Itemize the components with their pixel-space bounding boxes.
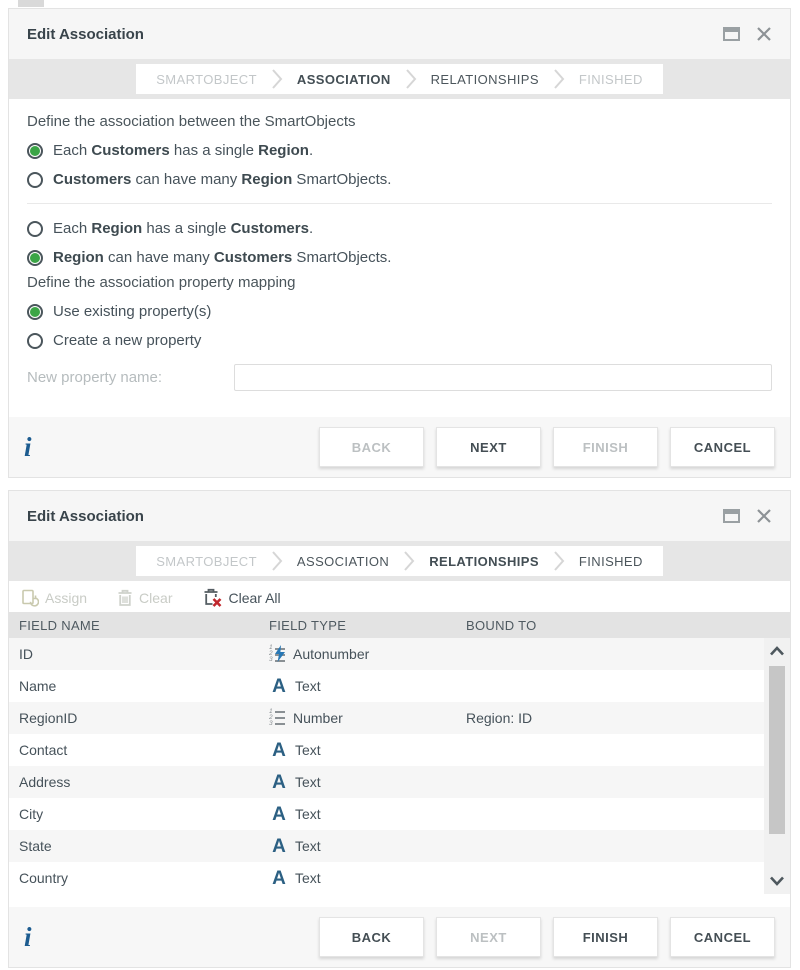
radio-unselected-icon[interactable]	[27, 172, 43, 188]
autonumber-icon: 123	[269, 644, 287, 664]
close-icon[interactable]	[756, 26, 772, 42]
table-row-state[interactable]: State A Text	[9, 830, 790, 862]
new-property-name-input[interactable]	[234, 364, 772, 391]
mapping-section-label: Define the association property mapping	[27, 274, 772, 291]
radio-unselected-icon[interactable]	[27, 221, 43, 237]
number-icon: 123	[269, 708, 287, 728]
assign-icon	[21, 589, 39, 607]
radio-option-existing-property[interactable]: Use existing property(s)	[27, 297, 772, 326]
radio-option-single-customers[interactable]: Each Region has a single Customers.	[27, 214, 772, 243]
col-bound-to: BOUND TO	[466, 618, 790, 633]
cancel-button[interactable]: CANCEL	[670, 917, 775, 957]
dialog-titlebar: Edit Association	[9, 491, 790, 541]
step-smartobject[interactable]: SMARTOBJECT	[152, 72, 261, 87]
back-button[interactable]: BACK	[319, 917, 424, 957]
radio-option-label: Region can have many Customers SmartObje…	[53, 249, 391, 266]
radio-unselected-icon[interactable]	[27, 333, 43, 349]
finish-button[interactable]: FINISH	[553, 917, 658, 957]
radio-option-many-customers[interactable]: Region can have many Customers SmartObje…	[27, 243, 772, 272]
chevron-right-icon	[553, 68, 565, 90]
radio-option-label: Each Region has a single Customers.	[53, 220, 313, 237]
radio-option-new-property[interactable]: Create a new property	[27, 326, 772, 355]
text-icon: A	[269, 804, 289, 824]
step-relationships[interactable]: RELATIONSHIPS	[425, 554, 543, 569]
dialog-title: Edit Association	[27, 508, 723, 525]
step-relationships[interactable]: RELATIONSHIPS	[427, 72, 543, 87]
text-icon: A	[269, 772, 289, 792]
back-button[interactable]: BACK	[319, 427, 424, 467]
text-icon: A	[269, 740, 289, 760]
table-row-name[interactable]: Name A Text	[9, 670, 790, 702]
dialog-titlebar: Edit Association	[9, 9, 790, 59]
radio-option-single-region[interactable]: Each Customers has a single Region.	[27, 136, 772, 165]
trash-x-icon	[203, 588, 223, 607]
chevron-right-icon	[405, 68, 417, 90]
wizard-steps-strip: SMARTOBJECT ASSOCIATION RELATIONSHIPS FI…	[9, 59, 790, 99]
radio-selected-icon[interactable]	[27, 250, 43, 266]
scrollbar-thumb[interactable]	[769, 666, 785, 834]
vertical-scrollbar[interactable]	[764, 638, 790, 894]
edit-association-dialog-2: Edit Association SMARTOBJECT ASSOCIATION…	[8, 490, 791, 968]
text-icon: A	[269, 676, 289, 696]
table-row-regionid[interactable]: RegionID 123 Number Region: ID	[9, 702, 790, 734]
fields-table: FIELD NAME FIELD TYPE BOUND TO ID 123 Au…	[9, 612, 790, 894]
table-row-id[interactable]: ID 123 Autonumber	[9, 638, 790, 670]
table-row-address[interactable]: Address A Text	[9, 766, 790, 798]
text-icon: A	[269, 836, 289, 856]
chevron-right-icon	[553, 550, 565, 572]
background-window-fragment	[18, 0, 44, 7]
clear-button[interactable]: Clear	[117, 589, 172, 607]
radio-option-many-region[interactable]: Customers can have many Region SmartObje…	[27, 165, 772, 194]
close-icon[interactable]	[756, 508, 772, 524]
step-association[interactable]: ASSOCIATION	[293, 554, 393, 569]
dialog-title: Edit Association	[27, 26, 723, 43]
step-association[interactable]: ASSOCIATION	[293, 72, 395, 87]
finish-button[interactable]: FINISH	[553, 427, 658, 467]
table-row-country[interactable]: Country A Text	[9, 862, 790, 894]
table-header-row: FIELD NAME FIELD TYPE BOUND TO	[9, 612, 790, 638]
clear-all-button[interactable]: Clear All	[203, 588, 281, 607]
radio-option-label: Create a new property	[53, 332, 201, 349]
step-finished[interactable]: FINISHED	[575, 554, 647, 569]
radio-option-label: Each Customers has a single Region.	[53, 142, 313, 159]
chevron-right-icon	[271, 68, 283, 90]
radio-selected-icon[interactable]	[27, 304, 43, 320]
edit-association-dialog-1: Edit Association SMARTOBJECT ASSOCIATION…	[8, 8, 791, 478]
table-row-city[interactable]: City A Text	[9, 798, 790, 830]
radio-selected-icon[interactable]	[27, 143, 43, 159]
table-row-contact[interactable]: Contact A Text	[9, 734, 790, 766]
info-icon[interactable]: i	[24, 922, 64, 953]
cancel-button[interactable]: CANCEL	[670, 427, 775, 467]
dialog-footer: i BACK NEXT FINISH CANCEL	[9, 907, 790, 967]
relationships-toolbar: Assign Clear Clear All	[9, 581, 790, 612]
association-section-label: Define the association between the Smart…	[27, 113, 772, 130]
maximize-icon[interactable]	[723, 27, 740, 41]
new-property-name-label: New property name:	[27, 369, 234, 386]
section-divider	[27, 203, 772, 204]
scroll-up-icon[interactable]	[764, 638, 790, 664]
chevron-right-icon	[403, 550, 415, 572]
maximize-icon[interactable]	[723, 509, 740, 523]
col-field-type: FIELD TYPE	[269, 618, 466, 633]
next-button[interactable]: NEXT	[436, 917, 541, 957]
wizard-steps-strip: SMARTOBJECT ASSOCIATION RELATIONSHIPS FI…	[9, 541, 790, 581]
radio-option-label: Customers can have many Region SmartObje…	[53, 171, 391, 188]
next-button[interactable]: NEXT	[436, 427, 541, 467]
step-smartobject[interactable]: SMARTOBJECT	[152, 554, 261, 569]
dialog-footer: i BACK NEXT FINISH CANCEL	[9, 417, 790, 477]
col-field-name: FIELD NAME	[9, 618, 269, 633]
chevron-right-icon	[271, 550, 283, 572]
text-icon: A	[269, 868, 289, 888]
trash-icon	[117, 589, 133, 607]
scroll-down-icon[interactable]	[764, 868, 790, 894]
radio-option-label: Use existing property(s)	[53, 303, 211, 320]
assign-button[interactable]: Assign	[21, 589, 87, 607]
info-icon[interactable]: i	[24, 432, 64, 463]
step-finished[interactable]: FINISHED	[575, 72, 647, 87]
